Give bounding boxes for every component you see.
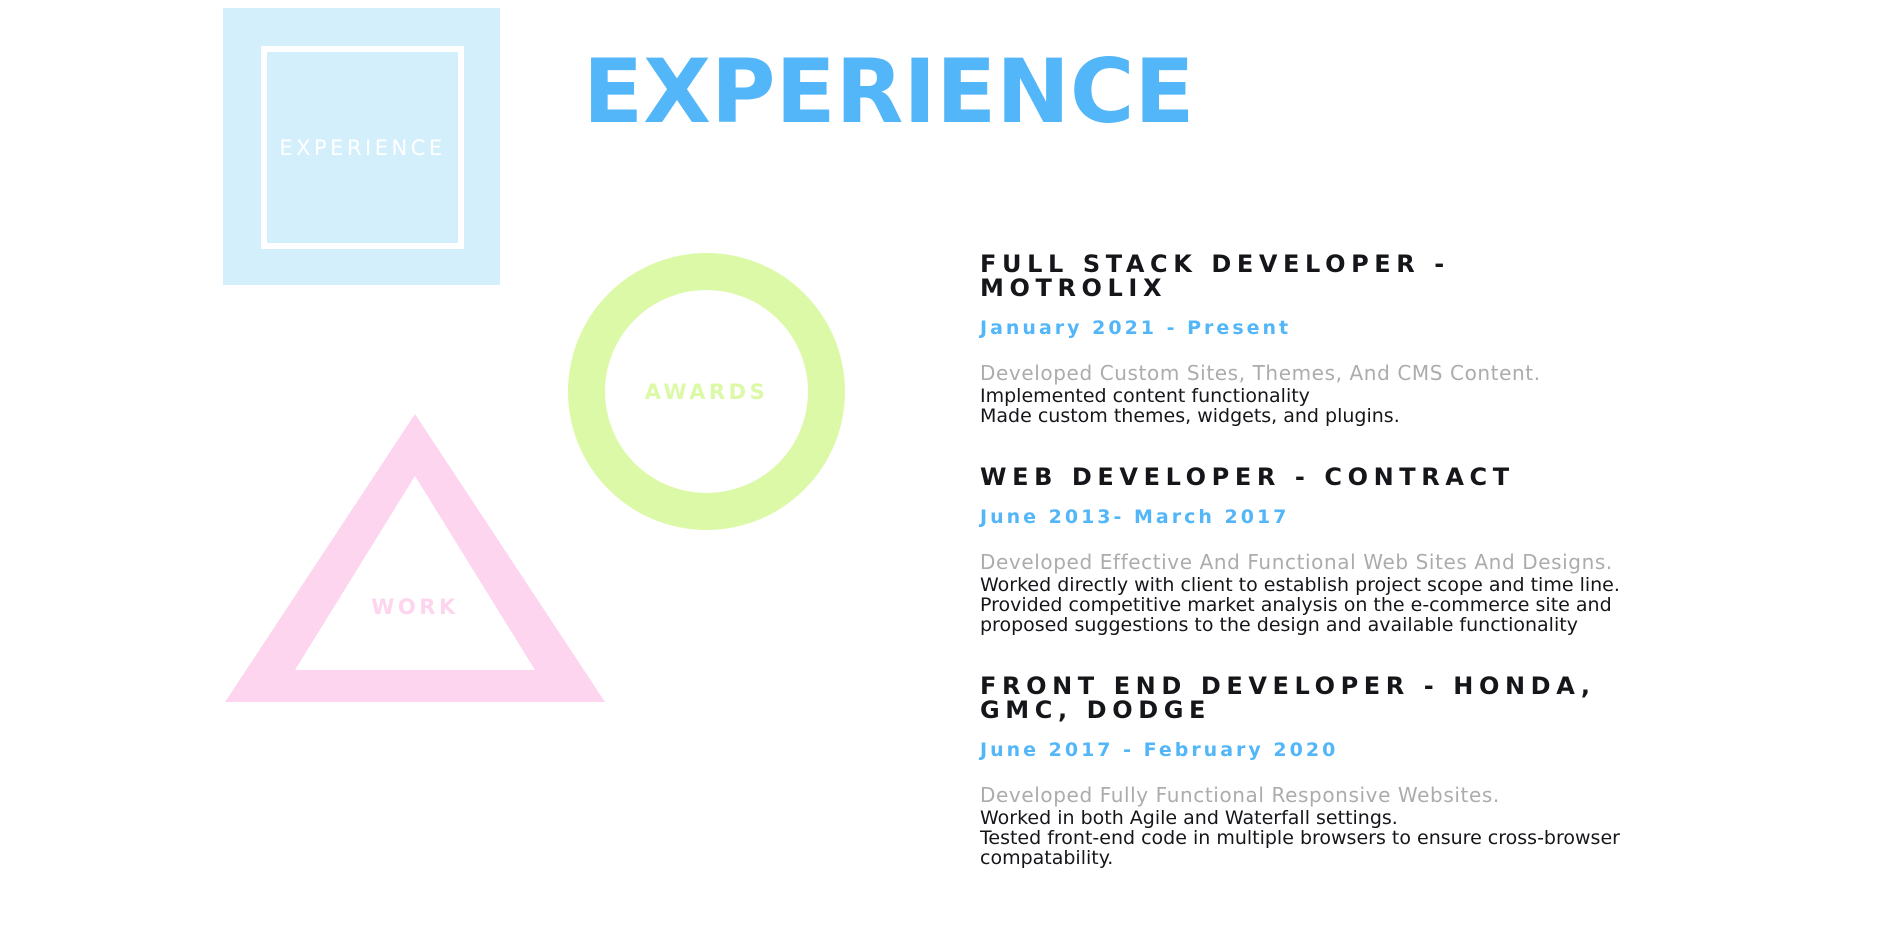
nav-circle-awards[interactable]: AWARDS bbox=[568, 253, 845, 530]
job-dates: June 2013- March 2017 bbox=[980, 506, 1290, 528]
job-bullets: Implemented content functionality Made c… bbox=[980, 386, 1640, 426]
job-bullets: Worked directly with client to establish… bbox=[980, 575, 1640, 635]
nav-square-label: EXPERIENCE bbox=[279, 135, 446, 160]
job-bullet: Worked in both Agile and Waterfall setti… bbox=[980, 807, 1398, 829]
job-title: FULL STACK DEVELOPER - MOTROLIX bbox=[980, 250, 1450, 302]
job-bullet: Provided competitive market analysis on … bbox=[980, 594, 1612, 636]
nav-square-experience[interactable]: EXPERIENCE bbox=[223, 8, 500, 285]
square-inner-frame: EXPERIENCE bbox=[261, 46, 464, 249]
job-entry: FRONT END DEVELOPER - HONDA, GMC, DODGE … bbox=[980, 674, 1640, 868]
job-bullet: Worked directly with client to establish… bbox=[980, 574, 1620, 596]
job-bullet: Tested front-end code in multiple browse… bbox=[980, 827, 1620, 869]
job-bullet: Made custom themes, widgets, and plugins… bbox=[980, 405, 1400, 427]
job-summary: Developed Fully Functional Responsive We… bbox=[980, 783, 1500, 807]
job-bullet: Implemented content functionality bbox=[980, 385, 1310, 407]
triangle-shape bbox=[225, 414, 605, 702]
job-title: WEB DEVELOPER - CONTRACT bbox=[980, 463, 1515, 491]
experience-list: FULL STACK DEVELOPER - MOTROLIX January … bbox=[980, 252, 1640, 907]
job-summary: Developed Effective And Functional Web S… bbox=[980, 550, 1613, 574]
job-dates: January 2021 - Present bbox=[980, 317, 1292, 339]
job-dates: June 2017 - February 2020 bbox=[980, 739, 1339, 761]
experience-page: EXPERIENCE AWARDS WORK EXPERIENCE FULL S… bbox=[0, 0, 1888, 930]
job-summary: Developed Custom Sites, Themes, And CMS … bbox=[980, 361, 1541, 385]
job-entry: FULL STACK DEVELOPER - MOTROLIX January … bbox=[980, 252, 1640, 426]
nav-triangle-label: WORK bbox=[371, 595, 459, 619]
job-bullets: Worked in both Agile and Waterfall setti… bbox=[980, 808, 1640, 868]
nav-triangle-work[interactable]: WORK bbox=[223, 410, 605, 702]
nav-circle-label: AWARDS bbox=[644, 379, 769, 404]
job-title: FRONT END DEVELOPER - HONDA, GMC, DODGE bbox=[980, 672, 1596, 724]
job-entry: WEB DEVELOPER - CONTRACT June 2013- Marc… bbox=[980, 465, 1640, 635]
page-title: EXPERIENCE bbox=[583, 40, 1195, 143]
